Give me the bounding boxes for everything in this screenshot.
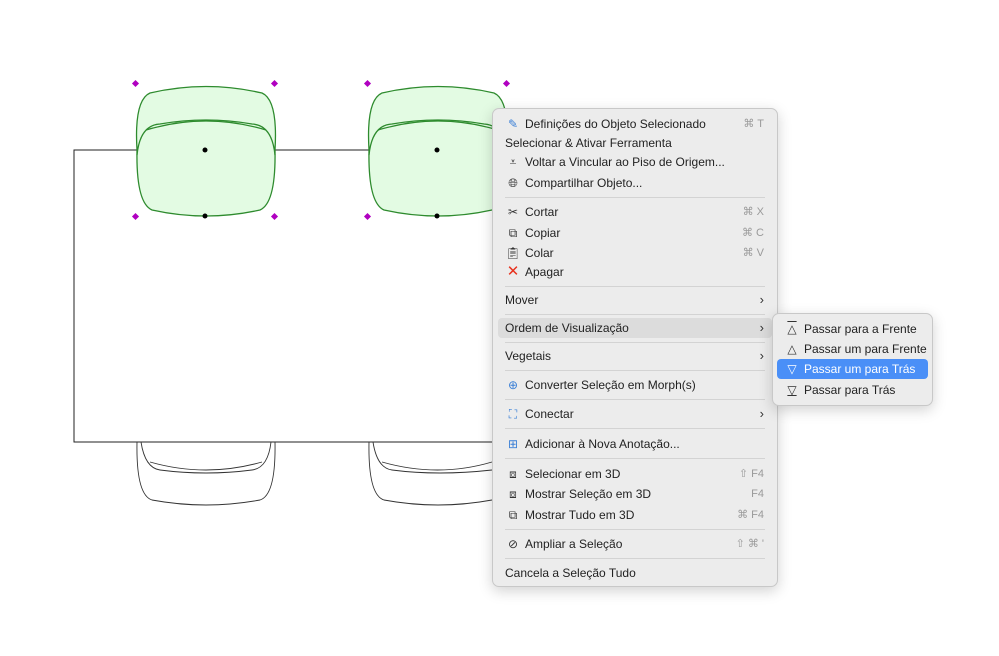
separator [505, 286, 765, 287]
separator [505, 370, 765, 371]
menu-item-show-selection-3d[interactable]: ⧈ Mostrar Seleção em 3D F4 [498, 484, 772, 504]
shortcut: ⌘ V [742, 247, 764, 259]
send-backward-icon: ▽ [787, 362, 797, 376]
menu-item-object-settings[interactable]: ✎ Definições do Objeto Selecionado ⌘ T [498, 114, 772, 134]
label: Vegetais [505, 349, 552, 363]
chair-selected-2[interactable] [367, 85, 509, 219]
display-order-submenu: △ Passar para a Frente △ Passar um para Fr… [772, 313, 933, 406]
paste-icon: 📋︎ [505, 246, 521, 260]
label: Selecionar & Ativar Ferramenta [505, 136, 672, 150]
label: Mostrar Seleção em 3D [525, 487, 652, 501]
annotation-icon: ⊞ [507, 437, 519, 451]
morph-icon: ⊕ [507, 378, 519, 392]
bring-to-front-icon: △ [787, 322, 797, 336]
show-selection-3d-icon: ⧈ [509, 487, 517, 501]
menu-item-deselect-all[interactable]: Cancela a Seleção Tudo [498, 563, 772, 583]
bring-forward-icon: △ [787, 342, 797, 356]
menu-item-show-all-3d[interactable]: ⧉ Mostrar Tudo em 3D ⌘ F4 [498, 505, 772, 525]
chair-selected-1[interactable] [135, 85, 277, 219]
label: Converter Seleção em Morph(s) [525, 378, 696, 392]
scissors-icon: ✂︎ [507, 205, 519, 219]
submenu-item-bring-to-front[interactable]: △ Passar para a Frente [777, 319, 928, 339]
shortcut: ⇧ ⌘ ' [735, 538, 764, 550]
shortcut: ⇧ F4 [738, 468, 764, 480]
label: Mover [505, 293, 539, 307]
context-menu: ✎ Definições do Objeto Selecionado ⌘ T Sel… [492, 108, 778, 587]
menu-item-paste[interactable]: 📋︎ Colar ⌘ V [498, 243, 772, 263]
label: Selecionar em 3D [525, 467, 621, 481]
menu-item-add-annotation[interactable]: ⊞ Adicionar à Nova Anotação... [498, 434, 772, 454]
menu-item-select-activate-tool[interactable]: Selecionar & Ativar Ferramenta [498, 133, 772, 153]
connect-icon: ⛶ [508, 407, 518, 421]
separator [505, 197, 765, 198]
menu-item-share-object[interactable]: 🌐︎ Compartilhar Objeto... [498, 173, 772, 193]
submenu-item-send-backward[interactable]: ▽ Passar um para Trás [777, 359, 928, 379]
label: Passar para a Frente [804, 322, 917, 336]
menu-item-vegetation[interactable]: Vegetais › [498, 346, 772, 366]
chair-bottom-2[interactable] [368, 441, 493, 506]
menu-item-connect[interactable]: ⛶ Conectar › [498, 404, 772, 424]
label: Compartilhar Objeto... [525, 176, 643, 190]
label: Apagar [525, 265, 564, 279]
label: Conectar [525, 407, 574, 421]
show-all-3d-icon: ⧉ [508, 508, 518, 522]
submenu-item-bring-forward[interactable]: △ Passar um para Frente [777, 339, 928, 359]
delete-x-icon: ✕ [506, 263, 520, 280]
menu-item-zoom-selection[interactable]: ⊘ Ampliar a Seleção ⇧ ⌘ ' [498, 534, 772, 554]
chevron-right-icon: › [759, 348, 764, 363]
menu-item-delete[interactable]: ✕ Apagar [498, 262, 772, 282]
object-settings-icon: ✎ [507, 117, 519, 131]
label: Voltar a Vincular ao Piso de Origem... [525, 155, 725, 169]
label: Mostrar Tudo em 3D [525, 508, 635, 522]
chevron-right-icon: › [759, 292, 764, 307]
label: Definições do Objeto Selecionado [525, 117, 706, 131]
menu-item-display-order[interactable]: Ordem de Visualização › [498, 318, 772, 338]
label: Passar um para Frente [804, 342, 927, 356]
label: Passar um para Trás [804, 362, 916, 376]
zoom-selection-icon: ⊘ [507, 537, 519, 551]
label: Copiar [525, 226, 561, 240]
separator [505, 529, 765, 530]
separator [505, 428, 765, 429]
copy-icon: ⧉ [508, 226, 518, 240]
label: Cortar [525, 205, 559, 219]
separator [505, 399, 765, 400]
chair-bottom-1[interactable] [136, 441, 276, 506]
chevron-right-icon: › [759, 406, 764, 421]
label: Ampliar a Seleção [525, 537, 623, 551]
shortcut: F4 [751, 488, 764, 500]
send-to-back-icon: ▽ [787, 383, 797, 397]
separator [505, 314, 765, 315]
separator [505, 558, 765, 559]
select-3d-icon: ⧈ [509, 467, 517, 481]
submenu-item-send-to-back[interactable]: ▽ Passar para Trás [777, 380, 928, 400]
separator [505, 342, 765, 343]
label: Passar para Trás [804, 383, 896, 397]
label: Cancela a Seleção Tudo [505, 566, 636, 580]
menu-item-convert-morph[interactable]: ⊕ Converter Seleção em Morph(s) [498, 375, 772, 395]
menu-item-select-3d[interactable]: ⧈ Selecionar em 3D ⇧ F4 [498, 464, 772, 484]
share-globe-icon: 🌐︎ [508, 176, 518, 190]
menu-item-copy[interactable]: ⧉ Copiar ⌘ C [498, 223, 772, 243]
relink-floor-icon: ⩡ [509, 155, 517, 169]
chevron-right-icon: › [759, 320, 764, 335]
label: Ordem de Visualização [505, 321, 629, 335]
shortcut: ⌘ C [742, 227, 764, 239]
menu-item-cut[interactable]: ✂︎ Cortar ⌘ X [498, 202, 772, 222]
menu-item-relink-floor[interactable]: ⩡ Voltar a Vincular ao Piso de Origem... [498, 152, 772, 172]
shortcut: ⌘ T [743, 118, 764, 130]
shortcut: ⌘ X [742, 206, 764, 218]
separator [505, 458, 765, 459]
label: Colar [525, 246, 554, 260]
label: Adicionar à Nova Anotação... [525, 437, 680, 451]
menu-item-move[interactable]: Mover › [498, 290, 772, 310]
shortcut: ⌘ F4 [737, 509, 764, 521]
